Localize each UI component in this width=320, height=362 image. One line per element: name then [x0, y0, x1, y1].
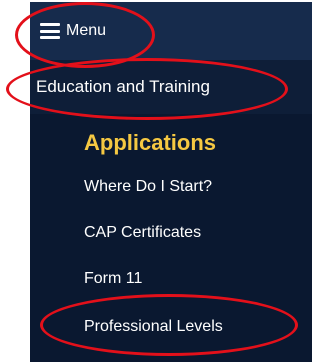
- submenu-item-form-11[interactable]: Form 11: [84, 270, 142, 288]
- menu-label: Menu: [66, 22, 107, 39]
- hamburger-icon: [40, 23, 60, 39]
- submenu-item-cap-certificates[interactable]: CAP Certificates: [84, 224, 201, 242]
- screenshot-frame: Menu Education and Training Applications…: [0, 0, 312, 362]
- menu-toggle-button[interactable]: Menu: [40, 16, 106, 46]
- section-education-and-training[interactable]: Education and Training: [30, 60, 312, 114]
- navigation-panel: Menu Education and Training Applications…: [30, 2, 312, 362]
- section-title: Education and Training: [36, 77, 210, 96]
- submenu-heading-applications: Applications: [84, 130, 217, 155]
- submenu-item-professional-levels[interactable]: Professional Levels: [84, 318, 223, 336]
- submenu-item-where-do-i-start[interactable]: Where Do I Start?: [84, 178, 212, 196]
